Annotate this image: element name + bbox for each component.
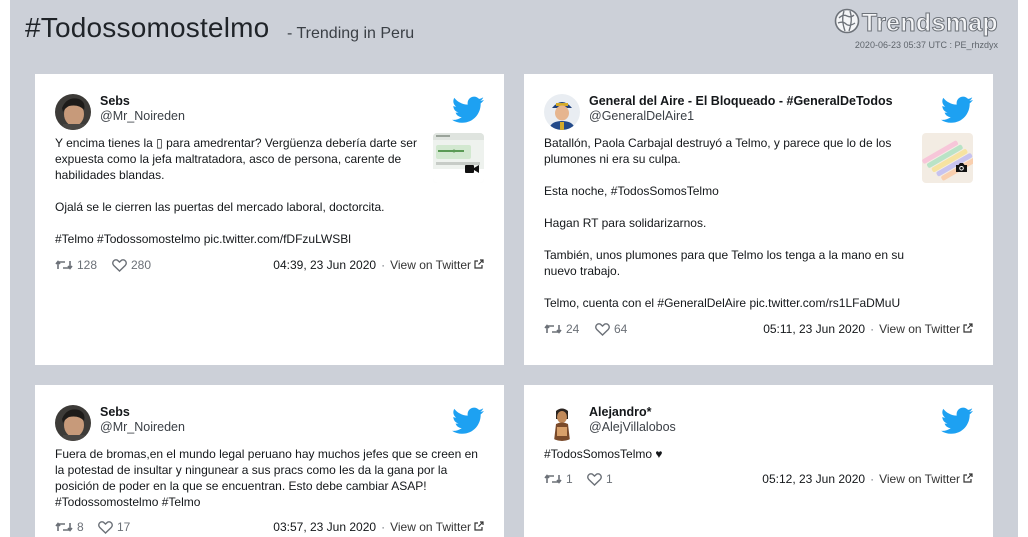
tweet-author-name[interactable]: Sebs — [100, 94, 130, 108]
tweet-text: #TodosSomosTelmo ♥ — [544, 447, 663, 461]
view-on-twitter-label: View on Twitter — [879, 322, 960, 336]
twitter-bird-icon[interactable] — [941, 407, 973, 435]
header: #Todossomostelmo - Trending in Peru Tren… — [10, 0, 1018, 60]
tweet-media-thumbnail[interactable] — [922, 133, 973, 183]
tweet-card: Sebs @Mr_Noireden Fuera de bromas,en el … — [35, 385, 504, 537]
trendsmap-logo[interactable]: Trendsmap — [834, 8, 998, 39]
twitter-bird-icon[interactable] — [941, 96, 973, 124]
like-count: 17 — [117, 520, 131, 534]
camera-icon — [955, 160, 968, 178]
tweet-text: Y encima tienes la ▯ para amedrentar? Ve… — [55, 136, 417, 246]
twitter-bird-icon[interactable] — [452, 407, 484, 435]
tweet-author-handle[interactable]: @Mr_Noireden — [100, 420, 185, 434]
tweet-card: General del Aire - El Bloqueado - #Gener… — [524, 74, 993, 365]
like-stat[interactable]: 64 — [595, 322, 627, 336]
like-count: 64 — [614, 322, 628, 336]
trendsmap-logo-text: Trendsmap — [861, 9, 998, 38]
external-link-icon — [963, 472, 973, 486]
page-subtitle: - Trending in Peru — [287, 25, 415, 42]
heart-icon — [112, 258, 127, 272]
avatar[interactable] — [55, 405, 91, 441]
retweet-icon — [55, 259, 73, 271]
view-on-twitter-link[interactable]: View on Twitter — [390, 258, 484, 272]
page-title: #Todossomostelmo — [25, 12, 270, 43]
tweet-date[interactable]: 04:39, 23 Jun 2020 — [273, 258, 376, 272]
tweet-meta: 05:11, 23 Jun 2020 · View on Twitter — [763, 322, 973, 336]
retweet-count: 1 — [566, 472, 573, 486]
video-icon — [465, 161, 479, 179]
retweet-icon — [55, 521, 73, 533]
separator-dot: · — [381, 520, 386, 534]
avatar[interactable] — [55, 94, 91, 130]
separator-dot: · — [870, 472, 875, 486]
tweet-card: Sebs @Mr_Noireden Y encima tienes la ▯ p… — [35, 74, 504, 365]
retweet-icon — [544, 323, 562, 335]
heart-icon — [98, 520, 113, 534]
retweet-stat[interactable]: 128 — [55, 258, 97, 272]
retweet-count: 8 — [77, 520, 84, 534]
like-count: 280 — [131, 258, 152, 272]
separator-dot: · — [381, 258, 386, 272]
view-on-twitter-label: View on Twitter — [879, 472, 960, 486]
retweet-stat[interactable]: 1 — [544, 472, 573, 486]
tweet-footer: 128 280 04:39, 23 Jun 2020 · View on Twi… — [55, 258, 484, 274]
like-stat[interactable]: 17 — [98, 520, 130, 534]
tweet-author-name[interactable]: Alejandro* — [589, 405, 652, 419]
like-stat[interactable]: 1 — [587, 472, 613, 486]
separator-dot: · — [870, 322, 875, 336]
tweet-author-name[interactable]: Sebs — [100, 405, 130, 419]
tweet-meta: 05:12, 23 Jun 2020 · View on Twitter — [762, 472, 973, 486]
tweet-date[interactable]: 05:12, 23 Jun 2020 — [762, 472, 865, 486]
tweet-text: Batallón, Paola Carbajal destruyó a Telm… — [544, 136, 905, 310]
view-on-twitter-link[interactable]: View on Twitter — [879, 472, 973, 486]
heart-icon — [587, 472, 602, 486]
tweet-footer: 1 1 05:12, 23 Jun 2020 · View on Twitter — [544, 472, 973, 488]
like-stat[interactable]: 280 — [112, 258, 151, 272]
tweet-media-thumbnail[interactable] — [433, 133, 484, 183]
avatar[interactable] — [544, 405, 580, 441]
view-on-twitter-link[interactable]: View on Twitter — [390, 520, 484, 534]
tweet-author-handle[interactable]: @Mr_Noireden — [100, 109, 185, 123]
tweet-card: Alejandro* @AlejVillalobos #TodosSomosTe… — [524, 385, 993, 537]
retweet-stat[interactable]: 24 — [544, 322, 579, 336]
page-background: #Todossomostelmo - Trending in Peru Tren… — [10, 0, 1018, 537]
retweet-icon — [544, 473, 562, 485]
external-link-icon — [474, 520, 484, 534]
tweet-meta: 03:57, 23 Jun 2020 · View on Twitter — [273, 520, 484, 534]
like-count: 1 — [606, 472, 613, 486]
trend-timestamp: 2020-06-23 05:37 UTC : PE_rhzdyx — [854, 40, 998, 50]
tweet-author-name[interactable]: General del Aire - El Bloqueado - #Gener… — [589, 94, 893, 108]
tweet-author-handle[interactable]: @GeneralDelAire1 — [589, 109, 694, 123]
heart-icon — [595, 322, 610, 336]
external-link-icon — [963, 322, 973, 336]
view-on-twitter-link[interactable]: View on Twitter — [879, 322, 973, 336]
trendsmap-globe-icon — [834, 8, 860, 39]
tweet-date[interactable]: 05:11, 23 Jun 2020 — [763, 322, 865, 336]
tweet-footer: 24 64 05:11, 23 Jun 2020 · View on Twitt… — [544, 322, 973, 338]
tweet-author-handle[interactable]: @AlejVillalobos — [589, 420, 676, 434]
external-link-icon — [474, 258, 484, 272]
tweet-date[interactable]: 03:57, 23 Jun 2020 — [273, 520, 376, 534]
retweet-count: 128 — [77, 258, 98, 272]
tweet-footer: 8 17 03:57, 23 Jun 2020 · View on Twitte… — [55, 520, 484, 536]
tweet-meta: 04:39, 23 Jun 2020 · View on Twitter — [273, 258, 484, 272]
view-on-twitter-label: View on Twitter — [390, 258, 471, 272]
twitter-bird-icon[interactable] — [452, 96, 484, 124]
retweet-count: 24 — [566, 322, 580, 336]
retweet-stat[interactable]: 8 — [55, 520, 84, 534]
avatar[interactable] — [544, 94, 580, 130]
view-on-twitter-label: View on Twitter — [390, 520, 471, 534]
tweet-text: Fuera de bromas,en el mundo legal peruan… — [55, 447, 478, 509]
